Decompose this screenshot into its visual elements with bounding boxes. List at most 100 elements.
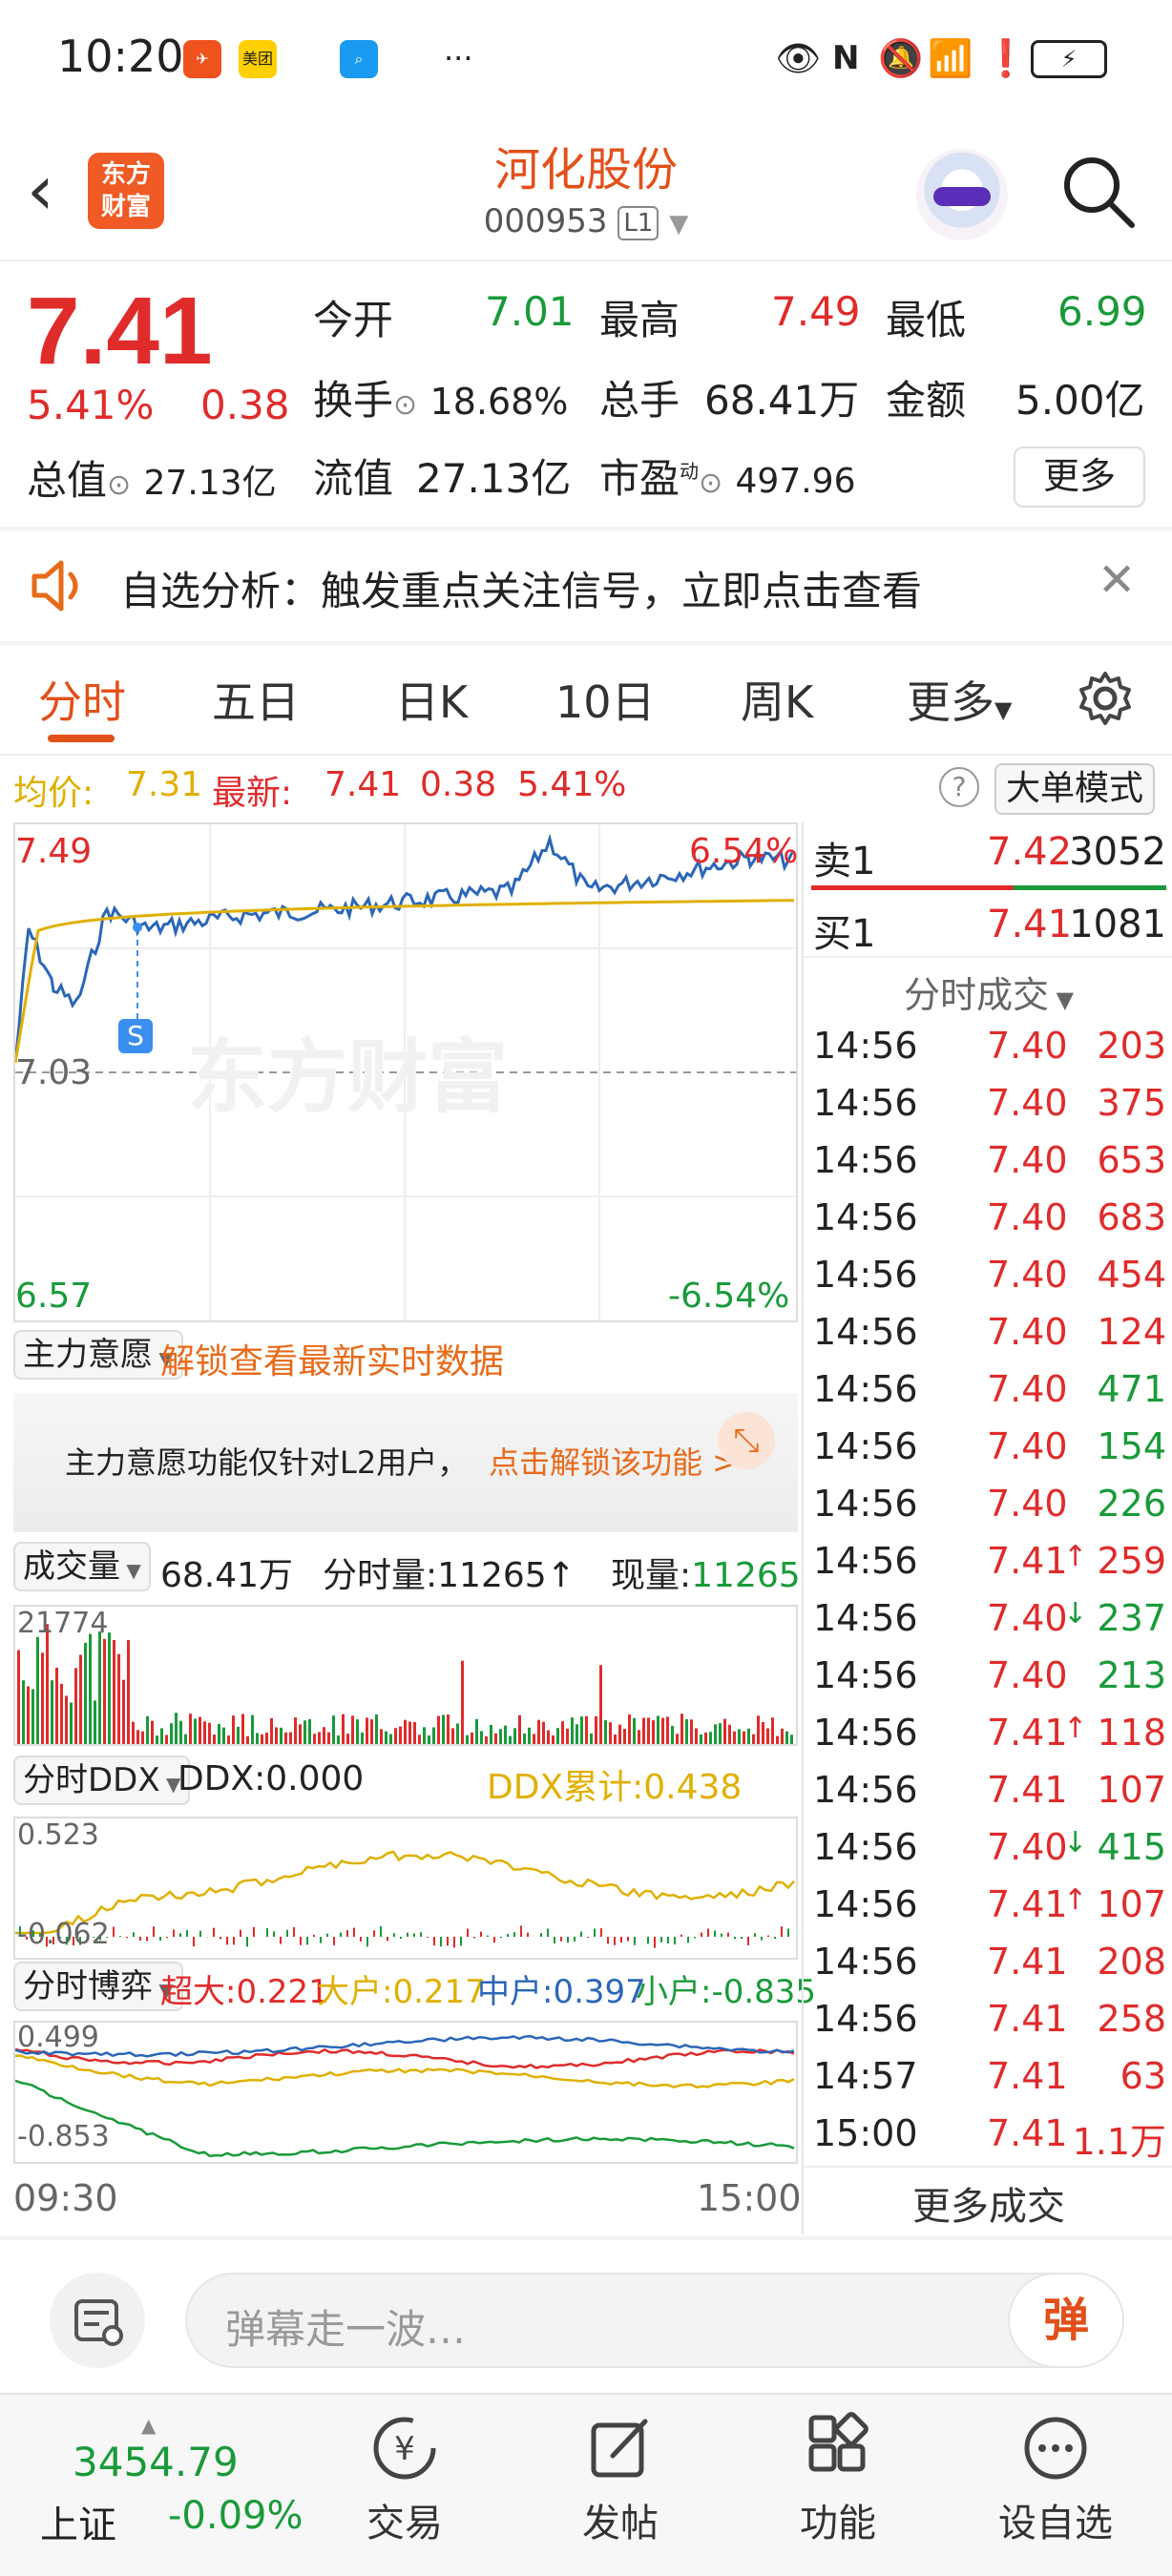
danmu-input[interactable]: 弹幕走一波… 弹 [185,2273,1124,2368]
info-icon[interactable]: ⊙ [699,467,722,500]
trade-row: 14:56 7.40 ↓ 237 [813,1597,1166,1654]
nav-functions[interactable]: 功能 [762,2412,914,2547]
latest-label: 最新: [212,774,293,813]
current-volume-value: 11265 [691,1556,801,1595]
battery-icon: ⚡ [1031,40,1107,78]
tab-week-k[interactable]: 周K [741,668,813,731]
ddx-bar [500,1937,502,1939]
danmu-toggle-button[interactable] [50,2273,145,2368]
ddx-bar [306,1937,308,1945]
volume-bar [781,1728,784,1744]
ddx-bar [721,1933,722,1937]
trade-row: 14:56 7.40 375 [813,1082,1166,1139]
trade-time: 14:56 [813,1196,918,1238]
volume-bar [537,1719,540,1744]
tab-intraday[interactable]: 分时 [38,668,126,731]
unlock-realtime-link[interactable]: 解锁查看最新实时数据 [160,1334,504,1383]
ddx-bar [280,1937,282,1944]
game-chart[interactable] [13,2021,798,2164]
volume-bar [633,1717,636,1744]
dropdown-icon: ▼ [994,696,1013,723]
trade-volume: 63 [1120,2055,1166,2097]
volume-bar [70,1702,73,1744]
tab-more[interactable]: 更多▼ [907,668,1012,731]
volume-bar [571,1717,574,1744]
ddx-chart[interactable] [13,1817,798,1960]
grid-icon [808,2412,869,2472]
danmu-send-button[interactable]: 弹 [1008,2273,1124,2368]
trade-row: 14:56 7.40 213 [813,1654,1166,1712]
volume-bar [704,1732,707,1744]
trade-price: 7.40 [987,1425,1068,1467]
main-force-dropdown[interactable]: 主力意愿 ▼ [13,1330,183,1380]
ddx-bar [614,1937,616,1945]
volume-bar [394,1728,397,1744]
volume-chart[interactable] [13,1605,798,1746]
ddx-bar [687,1937,689,1943]
ddx-bar [413,1933,415,1937]
volume-bar [523,1733,526,1744]
volume-bar [408,1721,411,1744]
more-quote-button[interactable]: 更多 [1014,447,1145,508]
search-icon[interactable] [1057,151,1138,231]
volume-bar [757,1715,760,1744]
trade-volume: 107 [1097,1883,1166,1925]
trade-time: 14:56 [813,1597,918,1639]
nav-trade[interactable]: ¥ 交易 [328,2412,481,2547]
ddx-bar [727,1932,729,1937]
volume-bar [94,1700,96,1744]
info-icon[interactable]: ⊙ [107,468,131,502]
trades-title[interactable]: 分时成交 ▼ [804,966,1172,1018]
ddx-bar [647,1937,649,1944]
ai-robot-icon[interactable] [916,149,1008,240]
volume-bar [46,1624,49,1744]
tab-five-day[interactable]: 五日 [212,668,300,731]
ddx-bar [153,1926,155,1937]
info-icon[interactable]: ⊙ [393,388,417,422]
help-icon[interactable]: ? [939,767,979,807]
latest-change: 0.38 [420,765,497,804]
volume-bar [308,1718,311,1744]
volume-bar [604,1720,607,1744]
more-dots-icon [1024,2417,1087,2480]
close-icon[interactable]: ✕ [1098,553,1136,607]
volume-bar [428,1735,430,1744]
ddx-bar [594,1928,596,1937]
low-label: 最低 [886,297,967,343]
volume-bar [576,1724,578,1744]
big-order-mode-button[interactable]: 大单模式 [994,763,1155,815]
ddx-dropdown[interactable]: 分时DDX ▼ [13,1755,191,1805]
game-dropdown[interactable]: 分时博弈 ▼ [13,1962,183,2011]
ask1-row[interactable]: 卖1 7.42 3052 [813,830,1166,885]
more-trades-button[interactable]: 更多成交 [804,2175,1172,2231]
tab-ten-day[interactable]: 10日 [555,668,656,731]
tab-day-k[interactable]: 日K [395,668,468,731]
volume-dropdown[interactable]: 成交量 ▼ [13,1542,151,1591]
volume-bar [380,1729,383,1744]
index-ticker[interactable]: ▲ 3454.79 上证 -0.09% [38,2414,305,2566]
trade-row: 14:56 7.40 653 [813,1139,1166,1196]
volume-max-label: 21774 [17,1607,109,1640]
volume-bar [432,1727,435,1744]
volume-bar [666,1716,669,1744]
ddx-bar [400,1937,402,1940]
signal-marker-icon[interactable]: S [118,1019,153,1053]
analysis-notice[interactable]: 自选分析：触发重点关注信号，立即点击查看 ✕ [0,530,1172,641]
volume-bar [323,1727,325,1744]
ddx-bar [213,1927,215,1937]
unlock-feature-link[interactable]: 点击解锁该功能 > [489,1439,738,1483]
nav-post[interactable]: 发帖 [544,2412,697,2547]
volume-bar [251,1714,254,1744]
tick-volume-value: 11265↑ [437,1556,576,1595]
volume-bar [785,1731,788,1744]
trade-direction-icon: ↑ [1063,1540,1088,1573]
volume-bar [55,1667,58,1744]
l2-upsell-banner[interactable]: 主力意愿功能仅针对L2用户， 点击解锁该功能 > ⤡ [13,1393,798,1532]
bid1-row[interactable]: 买1 7.41 1081 [813,903,1166,958]
nav-add-watchlist[interactable]: 设自选 [979,2412,1132,2547]
volume-bar [623,1728,626,1744]
trade-time: 14:57 [813,2055,918,2097]
settings-gear-icon[interactable] [1077,670,1134,727]
trade-volume: 203 [1097,1025,1166,1067]
svg-text:¥: ¥ [394,2430,415,2468]
